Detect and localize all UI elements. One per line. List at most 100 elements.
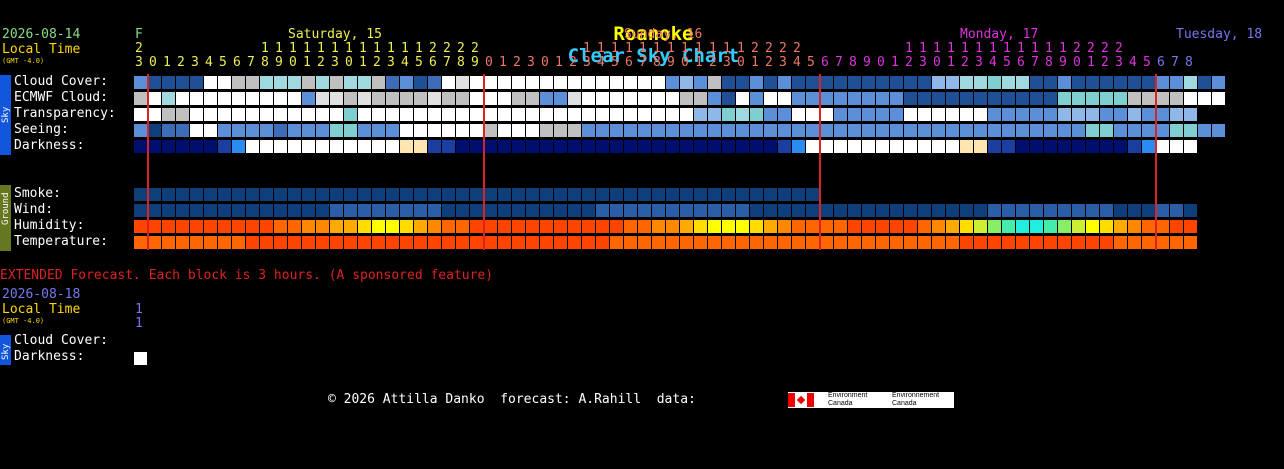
forecast-cell — [302, 236, 315, 249]
forecast-cell — [806, 140, 819, 153]
extended-cloud-label: Cloud Cover: — [14, 333, 108, 348]
forecast-cell — [344, 92, 357, 105]
environment-canada-logo[interactable]: Environment Canada Environnement Canada — [788, 392, 954, 408]
hour-digit: 1 — [373, 41, 381, 56]
forecast-cell — [330, 204, 343, 217]
forecast-cell — [274, 236, 287, 249]
forecast-cell — [638, 236, 651, 249]
forecast-cell — [344, 124, 357, 137]
forecast-cell — [218, 76, 231, 89]
hour-digit: 8 — [653, 55, 661, 70]
forecast-cell — [358, 108, 371, 121]
hour-digit: 7 — [443, 55, 451, 70]
forecast-cell — [288, 188, 301, 201]
forecast-cell — [316, 92, 329, 105]
forecast-cell — [498, 124, 511, 137]
forecast-cell — [568, 236, 581, 249]
forecast-cell — [1016, 236, 1029, 249]
forecast-cell — [274, 204, 287, 217]
forecast-cell — [834, 236, 847, 249]
forecast-cell — [316, 140, 329, 153]
forecast-cell — [134, 140, 147, 153]
forecast-cell — [288, 108, 301, 121]
forecast-cell — [1100, 76, 1113, 89]
forecast-cell — [708, 204, 721, 217]
forecast-cell — [1156, 92, 1169, 105]
forecast-cell — [372, 204, 385, 217]
forecast-cell — [554, 220, 567, 233]
forecast-cell — [400, 76, 413, 89]
forecast-cell — [764, 140, 777, 153]
forecast-cell — [638, 92, 651, 105]
forecast-cell — [484, 108, 497, 121]
forecast-cell — [652, 124, 665, 137]
forecast-cell — [596, 188, 609, 201]
forecast-cell — [792, 108, 805, 121]
forecast-cell — [988, 76, 1001, 89]
hour-digit: 0 — [681, 55, 689, 70]
forecast-cell — [638, 76, 651, 89]
forecast-cell — [358, 188, 371, 201]
forecast-cell — [470, 108, 483, 121]
footer-credits: © 2026 Attilla Danko forecast: A.Rahill … — [328, 392, 696, 407]
forecast-cell — [176, 236, 189, 249]
forecast-cell — [484, 204, 497, 217]
forecast-cell — [344, 204, 357, 217]
forecast-cell — [260, 76, 273, 89]
forecast-cell — [722, 140, 735, 153]
forecast-cell — [960, 108, 973, 121]
forecast-cell — [512, 140, 525, 153]
hour-digit: 3 — [191, 55, 199, 70]
forecast-cell — [344, 236, 357, 249]
forecast-cell — [358, 76, 371, 89]
hour-digit: 2 — [961, 55, 969, 70]
hour-digit: 1 — [261, 41, 269, 56]
hour-digit: 9 — [863, 55, 871, 70]
forecast-cell — [1044, 92, 1057, 105]
forecast-cell — [1030, 236, 1043, 249]
forecast-cell — [1212, 76, 1225, 89]
forecast-cell — [1100, 220, 1113, 233]
forecast-cell — [302, 124, 315, 137]
forecast-cell — [778, 220, 791, 233]
forecast-cell — [876, 92, 889, 105]
hour-digit: 4 — [793, 55, 801, 70]
forecast-cell — [372, 108, 385, 121]
forecast-cell — [148, 236, 161, 249]
forecast-cell — [820, 220, 833, 233]
forecast-cell — [708, 92, 721, 105]
forecast-cell — [428, 204, 441, 217]
forecast-cell — [848, 108, 861, 121]
forecast-cell — [162, 188, 175, 201]
forecast-cell — [330, 140, 343, 153]
forecast-cell — [512, 76, 525, 89]
forecast-cell — [694, 220, 707, 233]
forecast-cell — [708, 108, 721, 121]
forecast-cell — [302, 204, 315, 217]
forecast-cell — [610, 220, 623, 233]
forecast-cell — [232, 220, 245, 233]
hour-digit: 0 — [289, 55, 297, 70]
forecast-cell — [190, 188, 203, 201]
forecast-cell — [162, 92, 175, 105]
forecast-cell — [792, 188, 805, 201]
forecast-cell — [190, 108, 203, 121]
hour-digit: 2 — [765, 41, 773, 56]
forecast-cell — [232, 236, 245, 249]
forecast-cell — [778, 92, 791, 105]
forecast-cell — [736, 204, 749, 217]
forecast-cell — [582, 140, 595, 153]
forecast-cell — [582, 92, 595, 105]
forecast-cell — [596, 236, 609, 249]
forecast-cell — [190, 124, 203, 137]
forecast-cell — [470, 92, 483, 105]
forecast-cell — [1072, 124, 1085, 137]
forecast-cell — [554, 76, 567, 89]
day-separator-line — [483, 74, 485, 250]
forecast-cell — [792, 204, 805, 217]
forecast-cell — [960, 124, 973, 137]
forecast-cell — [1086, 140, 1099, 153]
forecast-cell — [526, 124, 539, 137]
forecast-cell — [302, 76, 315, 89]
forecast-cell — [1114, 140, 1127, 153]
